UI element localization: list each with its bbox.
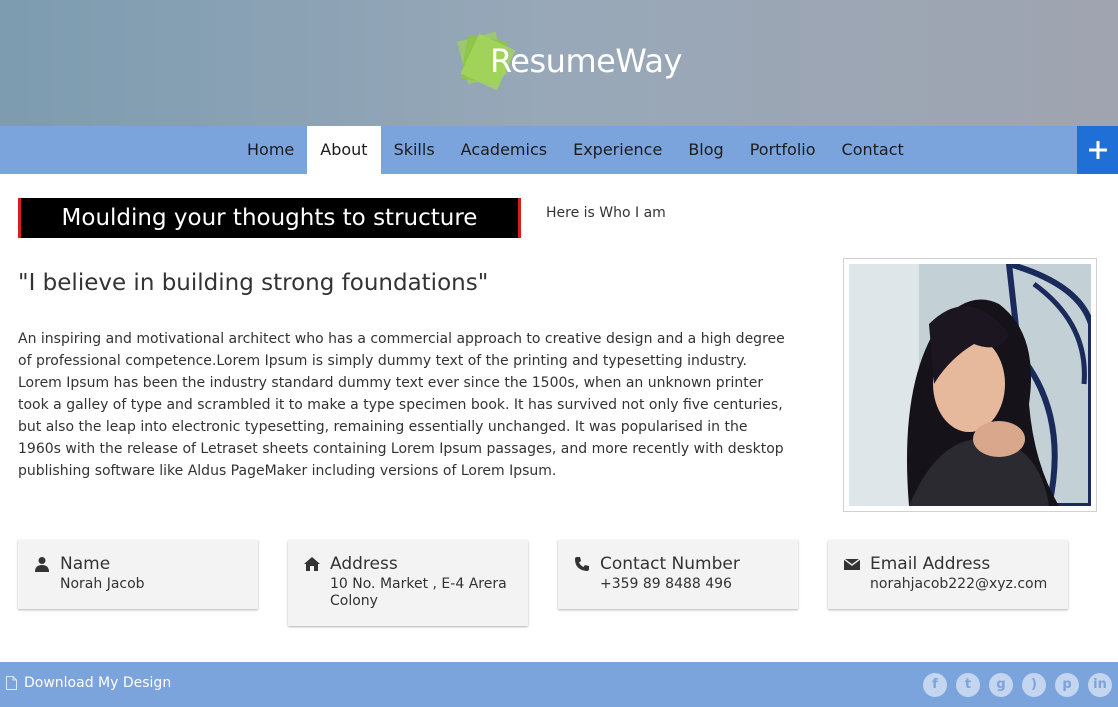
site-header: ResumeWay bbox=[0, 0, 1118, 126]
nav-item-academics[interactable]: Academics bbox=[448, 126, 560, 174]
section-banner: Moulding your thoughts to structure bbox=[18, 198, 521, 238]
linkedin-icon[interactable]: in bbox=[1088, 673, 1112, 697]
document-icon bbox=[6, 676, 17, 690]
phone-icon bbox=[575, 557, 589, 571]
site-logo[interactable]: ResumeWay bbox=[454, 26, 682, 96]
nav-item-home[interactable]: Home bbox=[234, 126, 307, 174]
profile-photo-image bbox=[849, 264, 1091, 506]
twitter-icon[interactable]: t bbox=[956, 673, 980, 697]
info-card-title: Email Address bbox=[870, 554, 991, 574]
info-card-value: norahjacob222@xyz.com bbox=[870, 576, 1048, 592]
social-links: f t g ) p in bbox=[914, 673, 1112, 697]
nav-item-contact[interactable]: Contact bbox=[829, 126, 917, 174]
info-card-value: +359 89 8488 496 bbox=[600, 576, 732, 592]
user-icon bbox=[35, 557, 49, 572]
info-card-name: Name Norah Jacob bbox=[18, 540, 258, 609]
bio-paragraph: An inspiring and motivational architect … bbox=[18, 331, 785, 479]
facebook-icon[interactable]: f bbox=[923, 673, 947, 697]
nav-item-skills[interactable]: Skills bbox=[381, 126, 448, 174]
section-tagline: Here is Who I am bbox=[546, 205, 666, 221]
info-card-email: Email Address norahjacob222@xyz.com bbox=[828, 540, 1068, 609]
home-icon bbox=[304, 557, 320, 571]
main-nav: Home About Skills Academics Experience B… bbox=[0, 126, 1118, 174]
rss-icon[interactable]: ) bbox=[1022, 673, 1046, 697]
download-label: Download My Design bbox=[24, 675, 172, 691]
google-plus-icon[interactable]: g bbox=[989, 673, 1013, 697]
info-card-value: Norah Jacob bbox=[60, 576, 145, 592]
plus-icon bbox=[1088, 141, 1107, 159]
info-card-value: 10 No. Market , E-4 Arera Colony bbox=[330, 576, 507, 609]
nav-item-blog[interactable]: Blog bbox=[675, 126, 736, 174]
info-card-title: Contact Number bbox=[600, 554, 740, 574]
quote-heading: "I believe in building strong foundation… bbox=[18, 270, 489, 296]
info-card-title: Name bbox=[60, 554, 111, 574]
pinterest-icon[interactable]: p bbox=[1055, 673, 1079, 697]
nav-item-portfolio[interactable]: Portfolio bbox=[737, 126, 829, 174]
info-card-title: Address bbox=[330, 554, 398, 574]
logo-text: ResumeWay bbox=[490, 42, 682, 80]
download-design-link[interactable]: Download My Design bbox=[6, 675, 171, 691]
nav-item-experience[interactable]: Experience bbox=[560, 126, 675, 174]
site-footer: Download My Design f t g ) p in bbox=[0, 662, 1118, 707]
plus-button[interactable] bbox=[1077, 126, 1118, 174]
info-card-phone: Contact Number +359 89 8488 496 bbox=[558, 540, 798, 609]
nav-item-about[interactable]: About bbox=[307, 126, 381, 174]
nav-list: Home About Skills Academics Experience B… bbox=[234, 126, 917, 174]
envelope-icon bbox=[844, 558, 860, 570]
profile-photo bbox=[843, 258, 1097, 512]
info-card-address: Address 10 No. Market , E-4 Arera Colony bbox=[288, 540, 528, 626]
